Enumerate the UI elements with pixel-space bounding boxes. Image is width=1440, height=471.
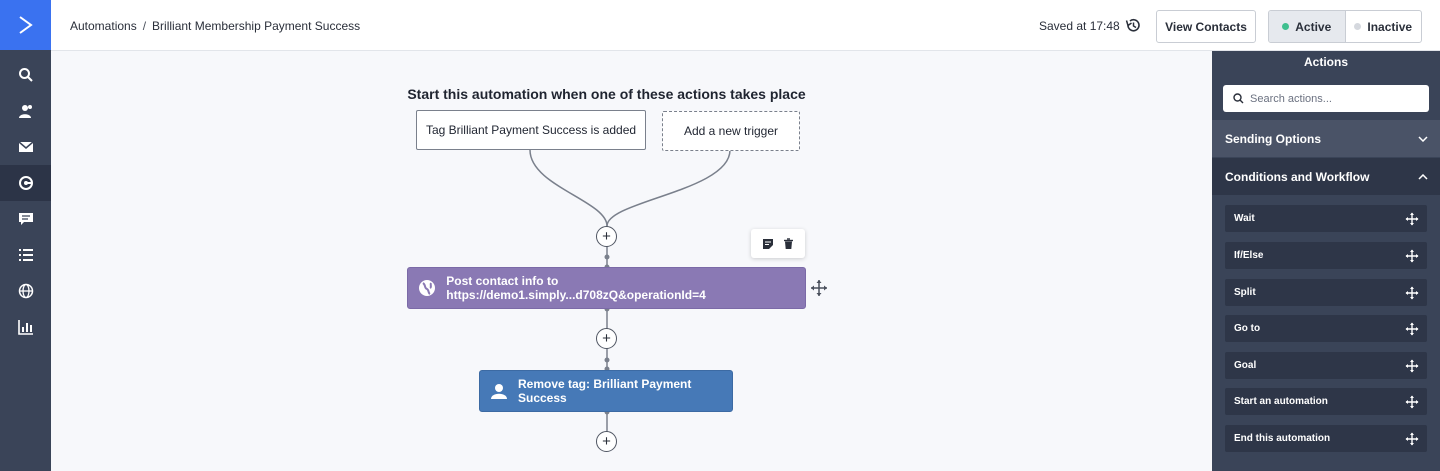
action-label: End this automation (1234, 433, 1331, 444)
action-label: Go to (1234, 323, 1261, 334)
brand-logo[interactable] (0, 0, 51, 50)
nav-site[interactable] (0, 273, 51, 309)
status-toggle: Active Inactive (1268, 10, 1422, 43)
search-actions-input[interactable] (1250, 92, 1420, 105)
action-item[interactable]: Split (1225, 279, 1427, 306)
chevron-down-icon (1418, 135, 1428, 142)
contact-icon (480, 382, 518, 400)
active-label: Active (1295, 19, 1332, 34)
active-dot-icon (1282, 23, 1290, 30)
add-step-button[interactable]: + (596, 226, 617, 247)
trash-icon[interactable] (783, 237, 794, 250)
search-icon (18, 68, 33, 82)
add-step-button[interactable]: + (596, 431, 617, 452)
drag-move-icon[interactable] (1405, 286, 1419, 300)
section-sending-options[interactable]: Sending Options (1212, 120, 1440, 157)
section-label: Conditions and Workflow (1225, 169, 1370, 184)
nav-contacts[interactable] (0, 93, 51, 129)
inactive-label: Inactive (1367, 19, 1413, 34)
trigger-tag-added[interactable]: Tag Brilliant Payment Success is added (416, 110, 646, 150)
nav-automations[interactable] (0, 165, 51, 201)
breadcrumb-separator: / (142, 19, 147, 33)
search-icon (1233, 93, 1244, 104)
action-label: Wait (1234, 213, 1255, 224)
history-icon[interactable] (1125, 17, 1142, 39)
add-trigger-button[interactable]: Add a new trigger (662, 111, 800, 151)
actions-panel: Actions Sending Options Conditions and W… (1212, 51, 1440, 471)
node-toolbar (751, 229, 805, 258)
nav-reports[interactable] (0, 309, 51, 345)
mail-icon (18, 141, 33, 152)
site-icon (18, 283, 33, 299)
section-conditions-workflow[interactable]: Conditions and Workflow (1212, 158, 1440, 195)
chevron-right-logo-icon (18, 16, 33, 34)
view-contacts-button[interactable]: View Contacts (1156, 10, 1256, 43)
breadcrumb-current: Brilliant Membership Payment Success (152, 19, 361, 33)
webhook-icon (408, 279, 446, 297)
action-item[interactable]: Goal (1225, 352, 1427, 379)
action-label: If/Else (1234, 250, 1264, 261)
nav-campaigns[interactable] (0, 129, 51, 165)
webhook-action-label: Post contact info to https://demo1.simpl… (446, 274, 706, 302)
action-item[interactable]: Start an automation (1225, 388, 1427, 415)
drag-move-icon[interactable] (1405, 249, 1419, 263)
drag-move-icon[interactable] (1405, 322, 1419, 336)
breadcrumb-automations-link[interactable]: Automations (70, 19, 137, 33)
action-item[interactable]: Wait (1225, 205, 1427, 232)
action-label: Start an automation (1234, 396, 1328, 407)
drag-move-icon[interactable] (1405, 212, 1419, 226)
conversations-icon (18, 213, 33, 225)
drag-move-icon[interactable] (1405, 359, 1419, 373)
reports-icon (17, 320, 33, 335)
note-icon[interactable] (762, 238, 774, 250)
left-nav (0, 0, 51, 471)
add-step-button[interactable]: + (596, 328, 617, 349)
action-item[interactable]: Go to (1225, 315, 1427, 342)
actions-search[interactable] (1223, 85, 1429, 112)
action-item[interactable]: If/Else (1225, 242, 1427, 269)
contacts-icon (18, 105, 32, 118)
nav-conversations[interactable] (0, 201, 51, 237)
section-label: Sending Options (1225, 131, 1321, 146)
action-label: Goal (1234, 360, 1257, 371)
top-bar: Automations / Brilliant Membership Payment… (51, 0, 1440, 51)
actions-panel-title: Actions (1303, 55, 1348, 69)
nav-lists[interactable] (0, 237, 51, 273)
inactive-dot-icon (1354, 23, 1362, 30)
breadcrumb: Automations / Brilliant Membership Payment… (70, 19, 360, 33)
webhook-action-node[interactable]: Post contact info to https://demo1.simpl… (407, 267, 806, 309)
remove-tag-action-label: Remove tag: Brilliant Payment Success (517, 377, 692, 405)
remove-tag-action-node[interactable]: Remove tag: Brilliant Payment Success (479, 370, 733, 412)
action-label: Split (1234, 287, 1256, 298)
drag-move-icon[interactable] (1405, 395, 1419, 409)
inactive-option[interactable]: Inactive (1346, 11, 1422, 42)
saved-status: Saved at 17:48 (1039, 19, 1120, 33)
automation-canvas[interactable]: Start this automation when one of these … (51, 51, 1212, 471)
nav-search[interactable] (0, 57, 51, 93)
trigger-heading: Start this automation when one of these … (407, 86, 806, 102)
lists-icon (18, 249, 33, 261)
active-option[interactable]: Active (1269, 11, 1346, 42)
drag-handle-icon[interactable] (810, 279, 828, 302)
chevron-up-icon (1418, 173, 1428, 180)
automations-icon (18, 176, 33, 190)
action-item[interactable]: End this automation (1225, 425, 1427, 452)
drag-move-icon[interactable] (1405, 432, 1419, 446)
